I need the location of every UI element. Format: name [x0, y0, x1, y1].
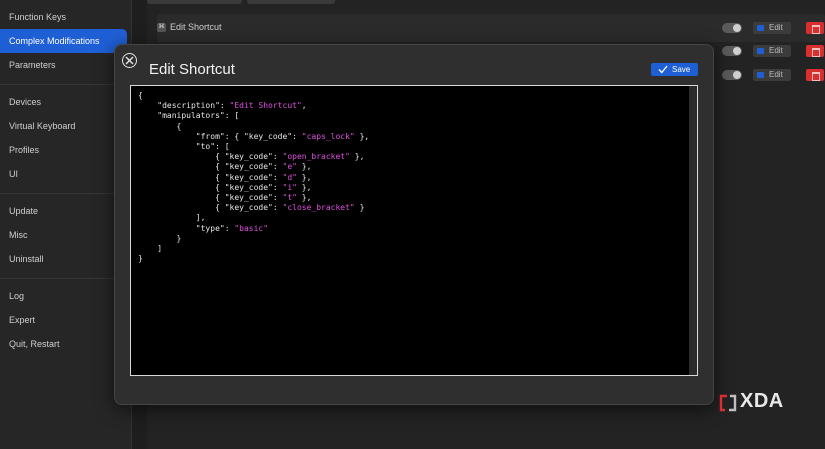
sidebar: Function Keys Complex Modifications Para…	[0, 0, 132, 449]
code-line: "to": [	[138, 142, 369, 152]
code-line: "description": "Edit Shortcut",	[138, 101, 369, 111]
code-string: "close_bracket"	[282, 203, 355, 213]
save-button[interactable]: Save	[651, 63, 698, 76]
code-token: }	[138, 254, 143, 264]
rule-toggle[interactable]	[722, 23, 742, 33]
rule-delete-button[interactable]	[806, 45, 824, 57]
dialog-title: Edit Shortcut	[149, 61, 235, 78]
code-string: "caps_lock"	[301, 131, 355, 141]
rule-toggle[interactable]	[722, 46, 742, 56]
edit-icon	[757, 25, 764, 31]
sidebar-item-misc[interactable]: Misc	[0, 223, 127, 247]
rule-title: Edit Shortcut	[170, 22, 222, 32]
sidebar-item-parameters[interactable]: Parameters	[0, 53, 127, 77]
sidebar-item-quit-restart[interactable]: Quit, Restart	[0, 332, 127, 356]
editor-scrollbar[interactable]	[689, 86, 697, 375]
code-line: "manipulators": [	[138, 111, 369, 121]
code-token: "description":	[138, 101, 230, 111]
sidebar-divider	[0, 84, 132, 85]
code-token: },	[349, 152, 365, 162]
code-string: "t"	[282, 193, 297, 203]
code-string: "basic"	[234, 223, 269, 233]
code-token: },	[296, 193, 312, 203]
code-string: "open_bracket"	[282, 152, 350, 162]
sidebar-divider	[0, 278, 132, 279]
code-string: "e"	[282, 162, 297, 172]
code-line: { "key_code": "e" },	[138, 162, 369, 172]
code-string: "i"	[282, 182, 297, 192]
rule-edit-button[interactable]: Edit	[753, 22, 791, 34]
code-token: { "key_code":	[138, 152, 283, 162]
rule-edit-button[interactable]: Edit	[753, 69, 791, 81]
sidebar-item-uninstall[interactable]: Uninstall	[0, 247, 127, 271]
edit-label: Edit	[769, 23, 783, 32]
code-line: {	[138, 91, 369, 101]
code-line: { "key_code": "i" },	[138, 183, 369, 193]
sidebar-item-virtual-keyboard[interactable]: Virtual Keyboard	[0, 114, 127, 138]
code-token: { "key_code":	[138, 203, 283, 213]
xda-watermark: XDA	[740, 390, 784, 412]
edit-label: Edit	[769, 70, 783, 79]
checkmark-icon	[658, 65, 668, 74]
code-line: }	[138, 234, 369, 244]
sidebar-item-expert[interactable]: Expert	[0, 308, 127, 332]
sidebar-item-ui[interactable]: UI	[0, 162, 127, 186]
code-token: ]	[138, 244, 163, 254]
rule-delete-button[interactable]	[806, 22, 824, 34]
json-code[interactable]: { "description": "Edit Shortcut", "manip…	[138, 91, 369, 264]
edit-icon	[757, 48, 764, 54]
close-icon	[125, 56, 134, 65]
code-token: { "key_code":	[138, 182, 283, 192]
sidebar-item-function-keys[interactable]: Function Keys	[0, 5, 127, 29]
code-line: "from": { "key_code": "caps_lock" },	[138, 132, 369, 142]
code-line: { "key_code": "t" },	[138, 193, 369, 203]
save-label: Save	[672, 65, 691, 74]
top-tab[interactable]	[147, 0, 242, 4]
code-line: ]	[138, 244, 369, 254]
xda-logo-icon	[719, 394, 737, 412]
code-line: {	[138, 122, 369, 132]
top-tab[interactable]	[247, 0, 335, 4]
close-button[interactable]	[122, 53, 137, 68]
sidebar-item-profiles[interactable]: Profiles	[0, 138, 127, 162]
rule-toggle[interactable]	[722, 70, 742, 80]
code-token: },	[354, 131, 370, 141]
code-token: { "key_code":	[138, 162, 283, 172]
code-token: },	[296, 182, 312, 192]
code-token: { "key_code":	[138, 172, 283, 182]
rule-edit-button[interactable]: Edit	[753, 45, 791, 57]
code-line: { "key_code": "d" },	[138, 173, 369, 183]
code-token: },	[296, 162, 312, 172]
code-token: {	[138, 121, 182, 131]
code-token: "manipulators": [	[138, 111, 240, 121]
rule-delete-button[interactable]	[806, 69, 824, 81]
code-token: "to": [	[138, 142, 230, 152]
rule-icon: ⌘	[157, 23, 166, 32]
code-line: { "key_code": "open_bracket" },	[138, 152, 369, 162]
sidebar-item-complex-modifications[interactable]: Complex Modifications	[0, 29, 127, 53]
code-token: { "key_code":	[138, 193, 283, 203]
sidebar-item-devices[interactable]: Devices	[0, 90, 127, 114]
code-line: }	[138, 254, 369, 264]
code-token: ,	[301, 101, 307, 111]
sidebar-item-update[interactable]: Update	[0, 199, 127, 223]
code-string: "Edit Shortcut"	[229, 101, 302, 111]
code-line: "type": "basic"	[138, 224, 369, 234]
edit-icon	[757, 72, 764, 78]
code-token: ],	[138, 213, 206, 223]
code-token: }	[354, 203, 365, 213]
code-line: { "key_code": "close_bracket" }	[138, 203, 369, 213]
code-string: "d"	[282, 172, 297, 182]
sidebar-divider	[0, 193, 132, 194]
code-token: "from": { "key_code":	[138, 131, 302, 141]
sidebar-item-log[interactable]: Log	[0, 284, 127, 308]
code-token: "type":	[138, 223, 235, 233]
code-token: {	[138, 91, 143, 100]
edit-label: Edit	[769, 46, 783, 55]
code-token: }	[138, 233, 182, 243]
code-token: },	[296, 172, 312, 182]
code-line: ],	[138, 213, 369, 223]
